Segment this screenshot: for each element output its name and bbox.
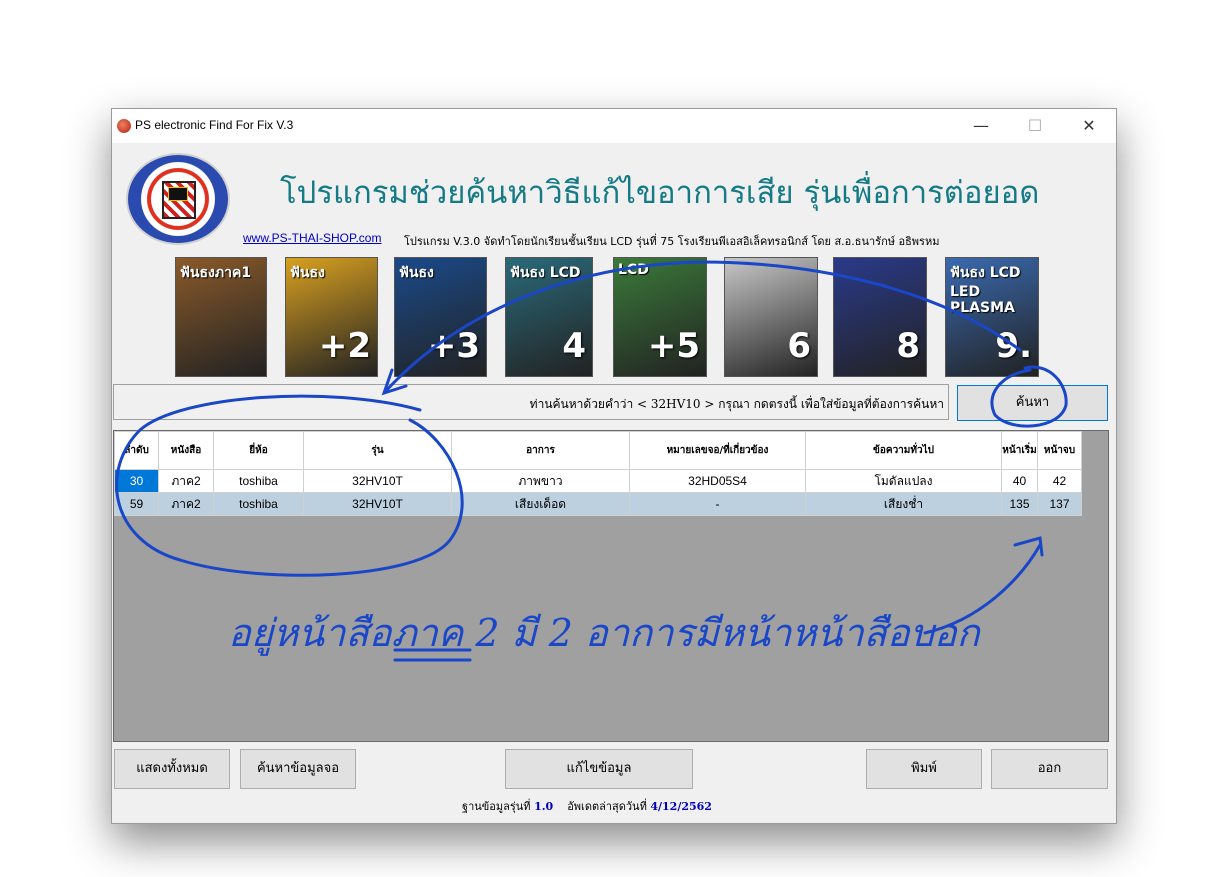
book-cover-title: ฟันธง LCD [510,265,581,281]
table-row[interactable]: 59 ภาค2 toshiba 32HV10T เสียงเด็อด - เสียงช่ำ 1… [114,492,1082,516]
book-cover-7: 8 [833,257,927,377]
table-cell[interactable]: 59 [114,492,159,516]
column-header[interactable]: หน้าเริ่ม [1001,431,1038,470]
table-cell[interactable]: 137 [1037,492,1082,516]
program-headline: โปรแกรมช่วยค้นหาวิธีแก้ไขอาการเสีย รุ่นเ… [280,175,1040,211]
book-cover-number: +3 [427,326,480,366]
book-cover-title: LCD [618,262,649,278]
column-header[interactable]: หน้าจบ [1037,431,1082,470]
table-cell[interactable]: toshiba [213,492,304,516]
exit-button[interactable]: ออก [991,749,1108,789]
column-header[interactable]: อาการ [451,431,630,470]
handwritten-note: อยู่หน้าสือภาค 2 มี 2 อาการมีหน้าหน้าสือ… [228,611,980,655]
edit-data-button[interactable]: แก้ไขข้อมูล [505,749,693,789]
table-cell[interactable]: ภาค2 [158,469,214,493]
column-header[interactable]: ยี่ห้อ [213,431,304,470]
book-cover-title: ฟันธง [399,265,434,281]
book-cover-title: ฟันธง [290,265,325,281]
search-message-box[interactable]: ท่านค้นหาด้วยคำว่า < 32HV10 > กรุณา กดตร… [113,384,949,420]
table-cell[interactable]: 42 [1037,469,1082,493]
results-grid[interactable]: ลำดับ หนังสือ ยี่ห้อ รุ่น อาการ หมายเลขจอ/ที่… [113,430,1109,742]
book-cover-5: LCD +5 [613,257,707,377]
db-version-label: ฐานข้อมูลรุ่นที่ [462,800,531,813]
column-header[interactable]: ลำดับ [114,431,159,470]
column-header[interactable]: ข้อความทั่วไป [805,431,1002,470]
table-cell[interactable]: 32HV10T [303,469,452,493]
title-bar: PS electronic Find For Fix V.3 — ☐ ✕ [112,109,1116,143]
table-cell[interactable]: 135 [1001,492,1038,516]
table-cell[interactable]: เสียงเด็อด [451,492,630,516]
book-cover-number: +5 [647,326,700,366]
book-cover-number: 4 [562,326,586,366]
table-header-row: ลำดับ หนังสือ ยี่ห้อ รุ่น อาการ หมายเลขจอ/ที่… [114,431,1082,470]
table-cell[interactable]: ภาค2 [158,492,214,516]
book-cover-4: ฟันธง LCD 4 [505,257,593,377]
book-cover-6: 6 [724,257,818,377]
print-button[interactable]: พิมพ์ [866,749,982,789]
table-cell[interactable]: - [629,492,806,516]
app-window: PS electronic Find For Fix V.3 — ☐ ✕ โปร… [111,108,1117,824]
column-header[interactable]: รุ่น [303,431,452,470]
search-screen-button[interactable]: ค้นหาข้อมูลจอ [240,749,356,789]
results-table: ลำดับ หนังสือ ยี่ห้อ รุ่น อาการ หมายเลขจอ/ที่… [114,431,1082,516]
website-link[interactable]: www.PS-THAI-SHOP.com [243,231,381,245]
book-cover-number: 9. [995,326,1032,366]
table-cell[interactable]: เสียงช่ำ [805,492,1002,516]
book-cover-number: +2 [318,326,371,366]
updated-date: 4/12/2562 [650,800,712,813]
book-cover-title: ฟันธง LCD LED PLASMA [950,265,1021,316]
table-cell[interactable]: ภาพขาว [451,469,630,493]
table-cell[interactable]: toshiba [213,469,304,493]
book-cover-8: ฟันธง LCD LED PLASMA 9. [945,257,1039,377]
search-message: ท่านค้นหาด้วยคำว่า < 32HV10 > กรุณา กดตร… [529,397,944,411]
logo-screen-icon [168,187,188,201]
maximize-button[interactable]: ☐ [1012,113,1058,139]
school-logo [126,153,230,245]
table-cell[interactable]: 30 [114,469,159,493]
updated-label: อัพเดตล่าสุดวันที่ [567,800,647,813]
book-cover-number: 8 [896,326,920,366]
status-bar: ฐานข้อมูลรุ่นที่ 1.0 อัพเดตล่าสุดวันที่ … [462,797,712,815]
search-button[interactable]: ค้นหา [957,385,1108,421]
book-cover-2: ฟันธง +2 [285,257,378,377]
minimize-button[interactable]: — [958,113,1004,139]
table-body: 30 ภาค2 toshiba 32HV10T ภาพขาว 32HD05S4 โมดัลแ… [114,469,1082,516]
book-cover-3: ฟันธง +3 [394,257,487,377]
program-credits: โปรแกรม V.3.0 จัดทำโดยนักเรียนชั้นเรียน … [404,235,940,248]
table-cell[interactable]: 32HD05S4 [629,469,806,493]
db-version-value: 1.0 [534,800,554,813]
app-icon [117,119,131,133]
book-cover-number: 6 [787,326,811,366]
table-row[interactable]: 30 ภาค2 toshiba 32HV10T ภาพขาว 32HD05S4 โมดัลแ… [114,469,1082,493]
column-header[interactable]: หนังสือ [158,431,214,470]
close-button[interactable]: ✕ [1066,113,1112,139]
table-cell[interactable]: 32HV10T [303,492,452,516]
column-header[interactable]: หมายเลขจอ/ที่เกี่ยวข้อง [629,431,806,470]
show-all-button[interactable]: แสดงทั้งหมด [114,749,230,789]
table-cell[interactable]: 40 [1001,469,1038,493]
table-cell[interactable]: โมดัลแปลง [805,469,1002,493]
book-cover-title: ฟันธงภาค1 [180,265,252,281]
window-title: PS electronic Find For Fix V.3 [135,118,294,132]
book-cover-1: ฟันธงภาค1 [175,257,267,377]
